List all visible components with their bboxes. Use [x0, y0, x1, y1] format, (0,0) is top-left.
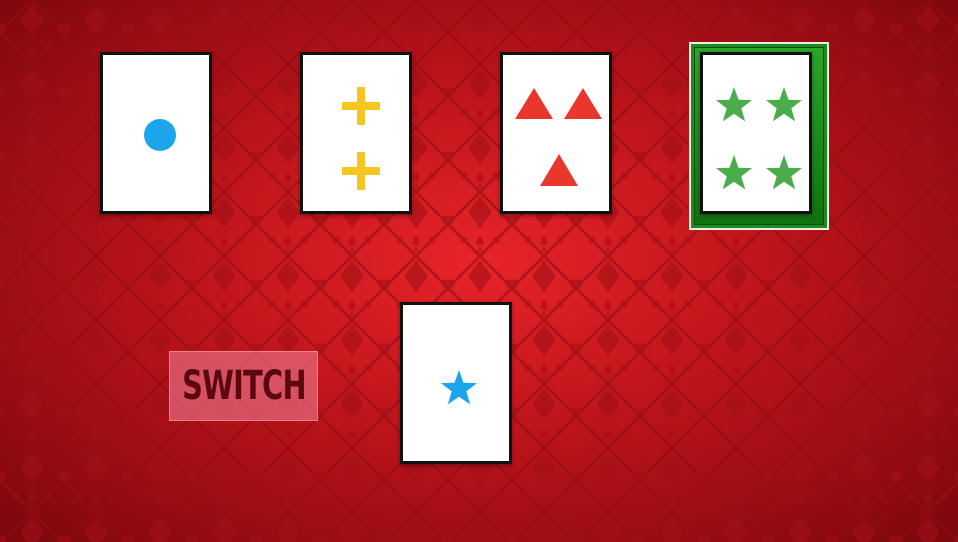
green-star-icon — [716, 87, 752, 122]
switch-button-label: SWITCH — [181, 363, 307, 409]
game-table: SWITCH — [0, 0, 958, 542]
red-triangle-icon — [540, 154, 578, 186]
choice-card-three-red-triangles[interactable] — [500, 52, 612, 214]
card-face-art — [716, 87, 802, 190]
switch-button[interactable]: SWITCH — [169, 351, 318, 421]
card-face-art — [342, 87, 380, 190]
yellow-cross-icon — [342, 152, 380, 190]
choice-card-two-yellow-crosses[interactable] — [300, 52, 412, 214]
green-star-icon — [716, 155, 752, 190]
green-star-icon — [766, 155, 802, 190]
card-face-art — [441, 370, 477, 405]
red-triangle-icon — [564, 88, 602, 119]
choice-card-four-green-stars[interactable] — [700, 52, 812, 214]
blue-star-icon — [441, 370, 477, 405]
yellow-cross-icon — [342, 87, 380, 125]
card-face-art — [515, 88, 602, 186]
target-card-one-blue-star — [400, 302, 512, 464]
card-face-art — [144, 119, 176, 151]
red-triangle-icon — [515, 88, 553, 119]
green-star-icon — [766, 87, 802, 122]
blue-circle-icon — [144, 119, 176, 151]
choice-card-one-blue-circle[interactable] — [100, 52, 212, 214]
